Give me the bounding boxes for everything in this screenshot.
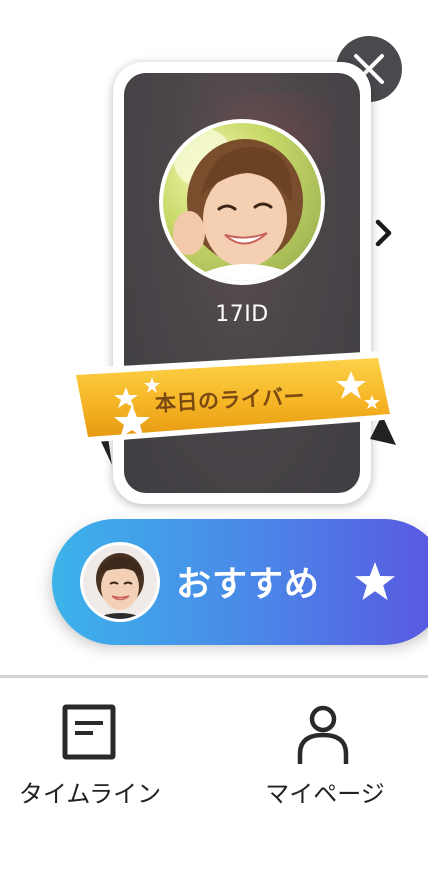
nav-timeline-label: タイムライン <box>18 780 162 808</box>
person-icon <box>297 705 349 764</box>
liver-avatar[interactable] <box>159 119 325 285</box>
timeline-icon <box>62 704 116 760</box>
liver-id-label: 17ID <box>215 302 269 327</box>
liver-avatar-photo <box>163 123 321 281</box>
recommended-label: おすすめ <box>176 565 321 605</box>
nav-mypage[interactable]: マイページ <box>240 690 410 830</box>
star-icon <box>355 562 395 600</box>
nav-mypage-label: マイページ <box>265 780 385 808</box>
chevron-right-icon[interactable] <box>372 216 396 250</box>
recommended-avatar-photo <box>83 545 157 619</box>
nav-timeline[interactable]: タイムライン <box>0 690 180 830</box>
recommended-avatar <box>80 542 160 622</box>
bottom-nav-divider <box>0 675 428 678</box>
